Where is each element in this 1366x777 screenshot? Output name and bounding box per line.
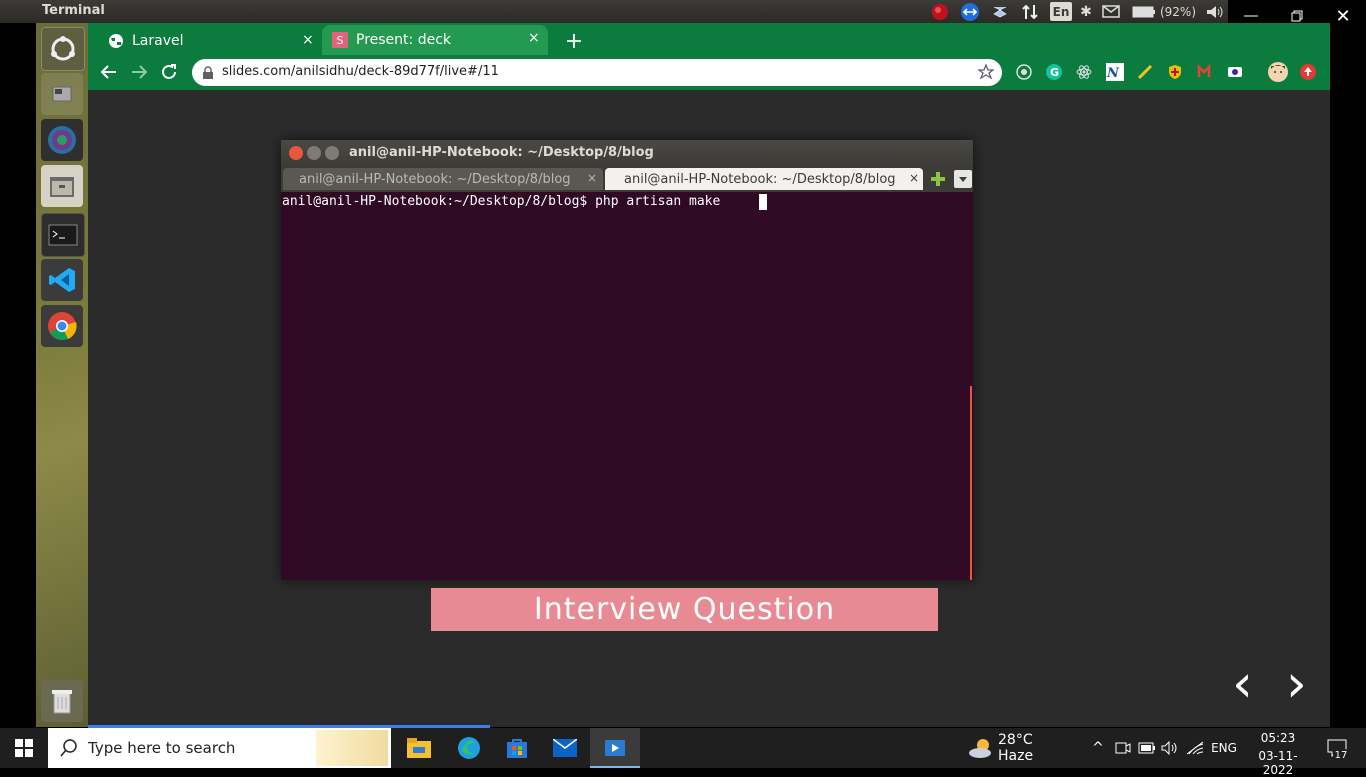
- trash-icon[interactable]: [41, 680, 83, 722]
- file-manager-icon[interactable]: [41, 165, 83, 207]
- terminal-tab-close-icon[interactable]: ×: [587, 171, 597, 185]
- windows-taskbar: Type here to search 28°C Haze ^ ENG 05:2…: [0, 728, 1366, 777]
- meet-now-icon[interactable]: [1113, 728, 1133, 768]
- weather-icon[interactable]: [966, 728, 996, 768]
- terminal-window: anil@anil-HP-Notebook: ~/Desktop/8/blog …: [281, 140, 973, 580]
- terminal-scrollbar[interactable]: [970, 386, 972, 580]
- tab-present-deck[interactable]: S Present: deck ×: [322, 25, 548, 55]
- search-icon: [60, 739, 77, 757]
- volume-icon[interactable]: [1204, 2, 1226, 21]
- dropbox-icon[interactable]: [990, 2, 1012, 21]
- prev-slide-arrow-icon[interactable]: ‹: [1232, 658, 1260, 710]
- network-arrows-icon[interactable]: [1020, 2, 1040, 21]
- shield-extension-icon[interactable]: [1167, 64, 1183, 84]
- windows-start-icon[interactable]: [0, 728, 48, 768]
- terminal-tab-menu-icon[interactable]: [954, 170, 972, 188]
- terminal-tab-label: anil@anil-HP-Notebook: ~/Desktop/8/blog: [299, 171, 571, 187]
- back-icon[interactable]: [100, 63, 118, 85]
- next-slide-arrow-icon[interactable]: ›: [1286, 658, 1314, 710]
- bookmark-star-icon[interactable]: [978, 64, 994, 80]
- svg-text:N: N: [1106, 66, 1120, 81]
- edge-icon[interactable]: [446, 728, 492, 768]
- screen-border: [1330, 23, 1366, 727]
- terminal-tab-strip: anil@anil-HP-Notebook: ~/Desktop/8/blog …: [281, 166, 973, 192]
- browser-tab-strip: Laravel × S Present: deck × +: [88, 23, 1330, 55]
- tab-laravel[interactable]: Laravel ×: [96, 27, 318, 55]
- wikipedia-extension-icon[interactable]: N: [1106, 63, 1124, 81]
- url-text: slides.com/anilsidhu/deck-89d77f/live#/1…: [222, 64, 499, 79]
- tab-close-icon[interactable]: ×: [528, 30, 540, 46]
- tab-label: Laravel: [132, 33, 184, 49]
- tab-close-icon[interactable]: ×: [302, 32, 314, 48]
- forward-icon[interactable]: [130, 63, 148, 85]
- workspace-switcher-icon[interactable]: [41, 73, 83, 115]
- mail-icon[interactable]: [1101, 2, 1121, 21]
- notification-count-badge: 17: [1333, 748, 1349, 762]
- active-window-title: Terminal: [42, 3, 105, 18]
- globe-icon: [109, 34, 123, 48]
- keyboard-layout[interactable]: En: [1050, 2, 1072, 21]
- mail-app-icon[interactable]: [542, 728, 588, 768]
- terminal-close-icon[interactable]: [289, 146, 303, 160]
- terminal-cursor: [759, 194, 767, 210]
- terminal-title: anil@anil-HP-Notebook: ~/Desktop/8/blog: [349, 145, 654, 160]
- tab-label: Present: deck: [356, 32, 451, 48]
- colorzilla-icon[interactable]: [1196, 63, 1212, 84]
- speaker-icon[interactable]: [1160, 728, 1180, 768]
- terminal-tab-label: anil@anil-HP-Notebook: ~/Desktop/8/blog: [624, 171, 896, 187]
- terminal-tab-active[interactable]: anil@anil-HP-Notebook: ~/Desktop/8/blog …: [605, 168, 923, 190]
- chrome-icon[interactable]: [41, 305, 83, 347]
- clock-time[interactable]: 05:23: [1246, 731, 1310, 745]
- file-explorer-icon[interactable]: [396, 728, 442, 768]
- slide-banner: Interview Question: [431, 588, 938, 631]
- reload-icon[interactable]: [160, 63, 178, 85]
- cast-target-icon[interactable]: [1016, 64, 1032, 84]
- chevron-up-icon[interactable]: ^: [1088, 728, 1108, 768]
- weather-text[interactable]: 28°C Haze: [998, 728, 1070, 768]
- unity-launcher: [36, 23, 88, 727]
- store-icon[interactable]: [494, 728, 540, 768]
- terminal-output[interactable]: anil@anil-HP-Notebook:~/Desktop/8/blog$ …: [281, 192, 973, 580]
- terminal-tab[interactable]: anil@anil-HP-Notebook: ~/Desktop/8/blog …: [283, 168, 603, 190]
- battery-tray-icon[interactable]: [1137, 728, 1157, 768]
- address-bar[interactable]: slides.com/anilsidhu/deck-89d77f/live#/1…: [192, 59, 1002, 86]
- profile-avatar[interactable]: [1268, 62, 1288, 86]
- update-extension-icon[interactable]: [1300, 64, 1316, 84]
- battery-icon[interactable]: [1132, 2, 1156, 21]
- slides-favicon-icon: S: [332, 32, 348, 48]
- recorder-icon[interactable]: [930, 2, 950, 21]
- search-placeholder: Type here to search: [88, 739, 236, 757]
- screen-recorder-icon[interactable]: [1227, 64, 1243, 84]
- grammarly-icon[interactable]: G: [1046, 64, 1062, 84]
- search-highlight-image: [316, 730, 388, 766]
- wifi-icon[interactable]: [1185, 728, 1205, 768]
- vscode-icon[interactable]: [41, 259, 83, 301]
- terminal-maximize-icon[interactable]: [325, 146, 339, 160]
- bluetooth-icon[interactable]: ✱: [1078, 2, 1094, 21]
- terminal-prompt-line: anil@anil-HP-Notebook:~/Desktop/8/blog$ …: [282, 194, 721, 209]
- new-tab-button[interactable]: +: [562, 27, 586, 55]
- teamviewer-icon[interactable]: [959, 2, 981, 21]
- react-devtools-icon[interactable]: [1076, 64, 1092, 84]
- browser-globe-icon[interactable]: [41, 119, 83, 161]
- svg-text:G: G: [1050, 66, 1059, 79]
- highlighter-icon[interactable]: [1137, 64, 1153, 84]
- battery-percent: (92%): [1159, 4, 1197, 19]
- terminal-titlebar: anil@anil-HP-Notebook: ~/Desktop/8/blog: [281, 140, 973, 166]
- terminal-minimize-icon[interactable]: [307, 146, 321, 160]
- new-terminal-tab-icon[interactable]: [930, 171, 946, 191]
- terminal-app-icon[interactable]: [41, 213, 85, 257]
- clock-date[interactable]: 03-11-2022: [1246, 749, 1310, 777]
- lock-icon: [203, 66, 213, 79]
- language-indicator[interactable]: ENG: [1208, 728, 1240, 768]
- ubuntu-dash-icon[interactable]: [41, 27, 85, 71]
- taskbar-search-box[interactable]: Type here to search: [48, 728, 391, 768]
- terminal-tab-close-icon[interactable]: ×: [909, 171, 919, 185]
- vmware-app-icon[interactable]: [590, 728, 640, 768]
- ubuntu-top-panel: Terminal En ✱ (92%): [0, 0, 1366, 23]
